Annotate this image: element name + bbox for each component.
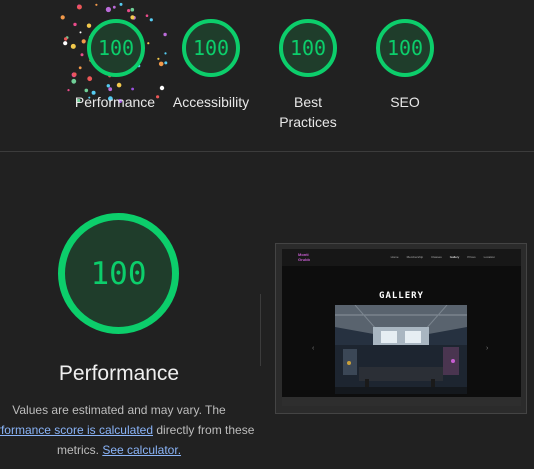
- best-practices-gauge[interactable]: 100: [279, 19, 337, 77]
- desc-prefix: Values are estimated and may vary. The: [12, 403, 226, 417]
- screenshot-navbar: Monti Grubb Home Membership Classes Gall…: [282, 249, 521, 266]
- seo-gauge[interactable]: 100: [376, 19, 434, 77]
- confetti-dot: [60, 15, 65, 20]
- seo-score: 100: [386, 36, 424, 60]
- performance-gauge[interactable]: 100: [87, 19, 145, 77]
- best-practices-label-line2: Practices: [279, 114, 337, 130]
- nav-link: Membership: [406, 255, 424, 259]
- screenshot-nav-links: Home Membership Classes Gallery Prices L…: [391, 255, 495, 259]
- confetti-dot: [70, 43, 76, 49]
- performance-description: Values are estimated and may vary. The p…: [0, 400, 264, 460]
- confetti-dot: [87, 76, 93, 82]
- performance-label[interactable]: Performance: [60, 92, 170, 112]
- nav-link: Gallery: [449, 255, 460, 259]
- best-practices-label[interactable]: Best Practices: [253, 92, 363, 132]
- see-calculator-link[interactable]: See calculator.: [102, 443, 181, 457]
- confetti-dot: [63, 41, 68, 46]
- nav-link: Home: [390, 255, 399, 259]
- best-practices-label-line1: Best: [293, 94, 322, 110]
- confetti-dot: [80, 53, 84, 57]
- confetti-dot: [164, 61, 168, 65]
- confetti-dot: [105, 6, 111, 13]
- screenshot-page: Monti Grubb Home Membership Classes Gall…: [282, 249, 521, 406]
- confetti-dot: [81, 39, 86, 44]
- vertical-separator: [260, 294, 261, 366]
- confetti-dot: [71, 78, 77, 84]
- confetti-dot: [73, 22, 77, 27]
- confetti-dot: [79, 31, 82, 34]
- confetti-dot: [95, 3, 98, 6]
- best-practices-score: 100: [289, 36, 327, 60]
- confetti-dot: [78, 66, 82, 70]
- gym-photo-image: [335, 305, 467, 394]
- performance-gauge-large: 100: [58, 213, 179, 334]
- gallery-photo: [335, 305, 467, 394]
- confetti-dot: [164, 52, 167, 55]
- prev-slide-arrow: ‹: [312, 345, 315, 352]
- confetti-dot: [106, 84, 110, 88]
- confetti-dot: [131, 87, 134, 91]
- confetti-dot: [72, 72, 77, 77]
- confetti-dot: [64, 37, 68, 41]
- confetti-dot: [163, 32, 167, 37]
- nav-link: Prices: [467, 255, 476, 259]
- confetti-dot: [147, 42, 150, 45]
- screenshot-footer-bar: [282, 397, 521, 406]
- confetti-dot: [108, 87, 113, 92]
- confetti-dot: [67, 89, 70, 92]
- logo-line2: Grubb: [298, 257, 310, 262]
- gallery-heading: GALLERY: [379, 291, 424, 301]
- performance-heading: Performance: [58, 362, 180, 385]
- desc-line3-prefix: metrics.: [56, 443, 103, 457]
- confetti-dot: [77, 4, 80, 7]
- screenshot-logo: Monti Grubb: [298, 252, 310, 262]
- confetti-dot: [159, 85, 165, 91]
- confetti-dot: [116, 82, 122, 88]
- seo-label[interactable]: SEO: [350, 92, 460, 112]
- final-screenshot[interactable]: Monti Grubb Home Membership Classes Gall…: [275, 243, 527, 414]
- desc-middle: directly from these: [153, 423, 255, 437]
- score-calculated-link[interactable]: performance score is calculated: [0, 423, 153, 437]
- confetti-dot: [127, 9, 131, 13]
- confetti-dot: [149, 18, 153, 22]
- accessibility-score: 100: [192, 36, 230, 60]
- confetti-dot: [130, 15, 135, 20]
- accessibility-gauge[interactable]: 100: [182, 19, 240, 77]
- performance-score-large: 100: [90, 255, 147, 292]
- nav-link: Classes: [431, 255, 442, 259]
- confetti-dot: [119, 2, 123, 6]
- next-slide-arrow: ›: [486, 345, 489, 352]
- accessibility-label[interactable]: Accessibility: [156, 92, 266, 112]
- confetti-dot: [130, 7, 135, 12]
- confetti-dot: [86, 23, 92, 28]
- confetti-dot: [112, 5, 116, 9]
- section-divider: [0, 151, 534, 152]
- confetti-dot: [157, 57, 160, 60]
- confetti-dot: [145, 14, 149, 17]
- performance-score: 100: [97, 36, 135, 60]
- confetti-dot: [158, 61, 164, 67]
- nav-link: Location: [483, 255, 495, 259]
